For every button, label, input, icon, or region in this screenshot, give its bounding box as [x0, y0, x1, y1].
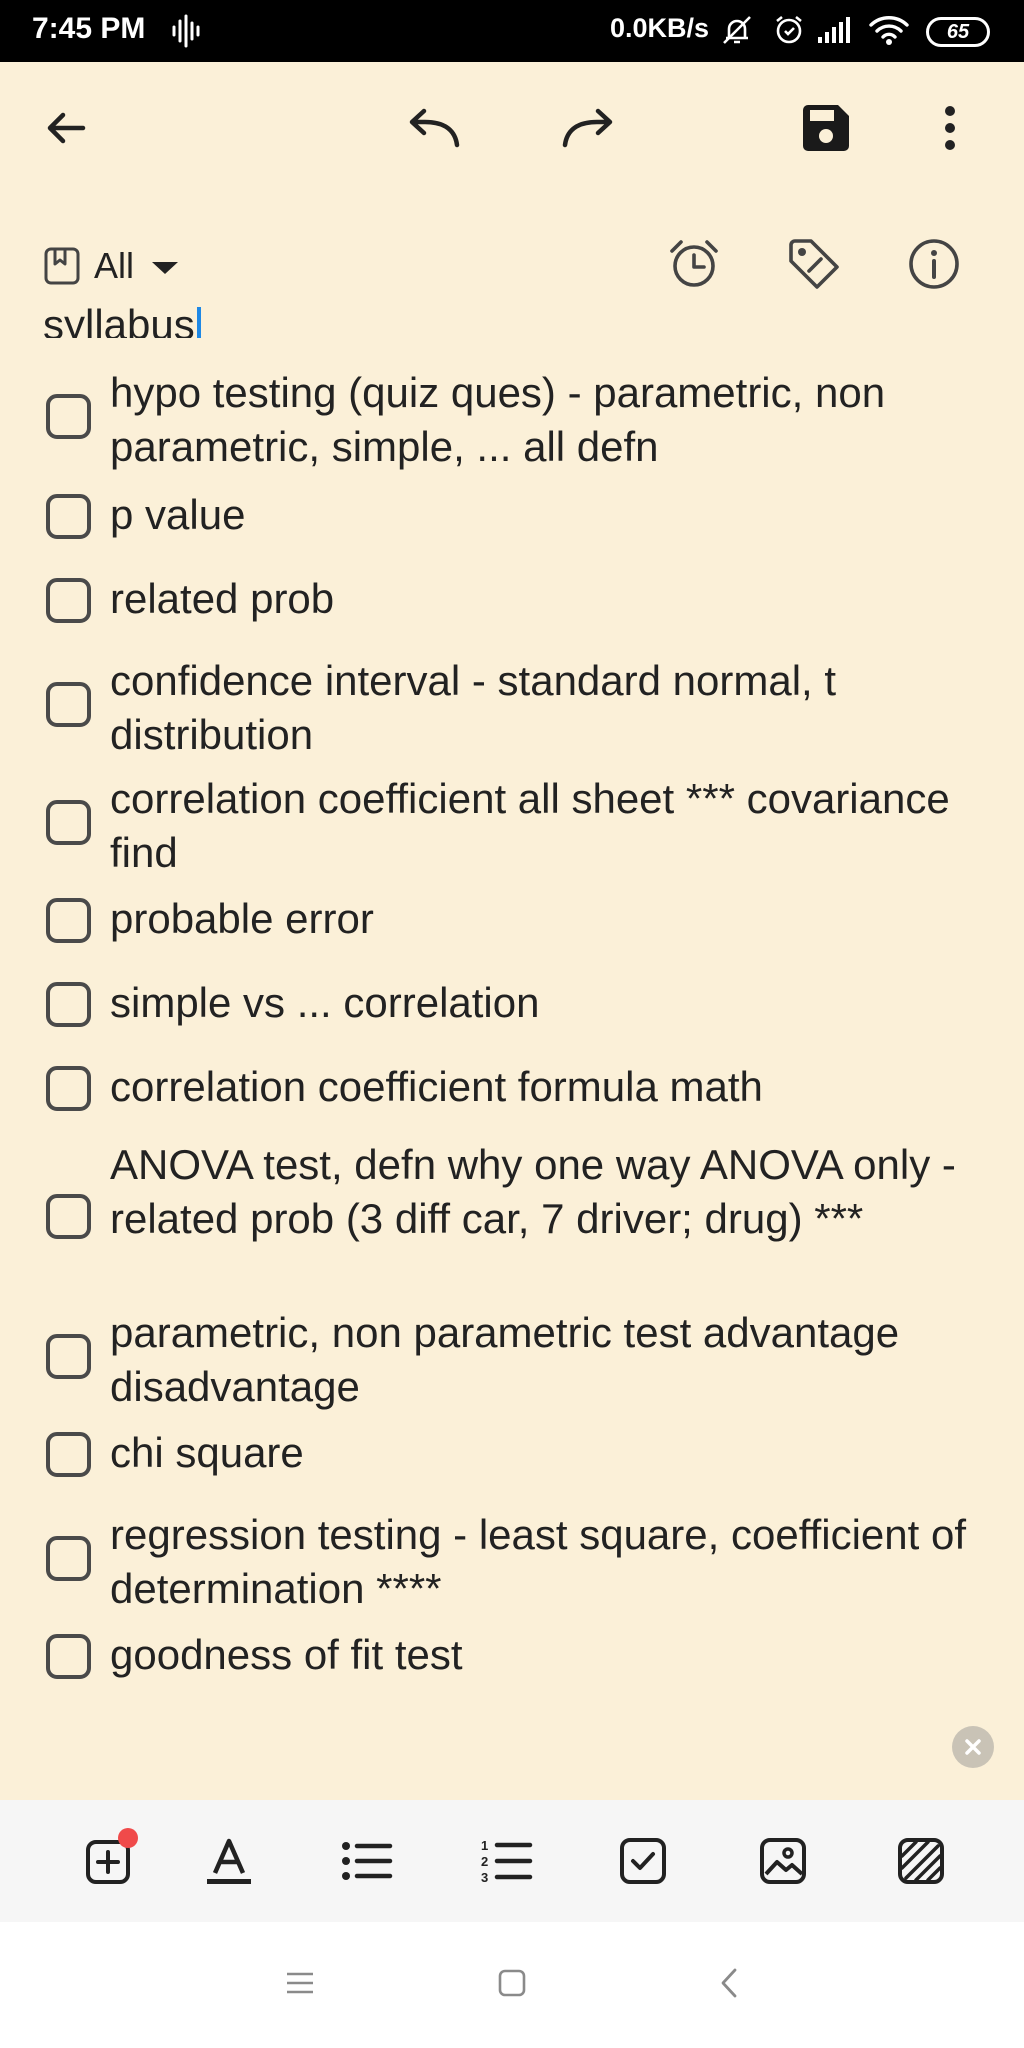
checklist-item[interactable]: p value [0, 488, 1024, 550]
insert-image-button[interactable] [752, 1830, 814, 1892]
redo-icon [562, 108, 613, 148]
checklist-item-text[interactable]: simple vs ... correlation [110, 976, 970, 1030]
checklist-item-text[interactable]: correlation coefficient all sheet *** co… [110, 772, 970, 880]
dropdown-caret-icon [152, 262, 179, 274]
checklist-item-text[interactable]: parametric, non parametric test advantag… [110, 1306, 970, 1414]
info-icon [909, 239, 959, 289]
numbered-list-button[interactable]: 1 2 3 [476, 1830, 538, 1892]
checkbox[interactable] [46, 800, 91, 845]
background-button[interactable] [890, 1830, 952, 1892]
alarm-status-icon [776, 15, 802, 44]
checkbox[interactable] [46, 578, 91, 623]
checklist-item-text[interactable]: ANOVA test, defn why one way ANOVA only … [110, 1138, 970, 1246]
checklist-item[interactable]: correlation coefficient all sheet *** co… [0, 772, 1024, 880]
checkbox[interactable] [46, 1334, 91, 1379]
svg-text:2: 2 [481, 1854, 488, 1869]
wifi-icon [869, 16, 909, 45]
checklist-item-text[interactable]: probable error [110, 892, 970, 946]
notebook-icon [44, 247, 80, 285]
tag-icon [789, 239, 839, 289]
checklist-item[interactable]: parametric, non parametric test advantag… [0, 1306, 1024, 1414]
home-square-icon [498, 1969, 526, 1997]
text-cursor [196, 307, 201, 338]
system-nav-bar [0, 1922, 1024, 2048]
status-bar: 7:45 PM 0.0KB/s 65 [0, 0, 1024, 62]
back-arrow-icon [47, 112, 86, 144]
note-heading-text: syllabus [43, 302, 195, 338]
close-icon [965, 1739, 981, 1755]
save-button[interactable] [796, 98, 856, 158]
home-nav-button[interactable] [487, 1958, 537, 2008]
mute-bell-icon [723, 16, 751, 44]
battery-indicator: 65 [926, 17, 990, 47]
checklist-item-text[interactable]: chi square [110, 1426, 970, 1480]
voice-wave-icon [172, 14, 200, 48]
checklist-item-text[interactable]: hypo testing (quiz ques) - parametric, n… [110, 366, 970, 474]
bulleted-list-icon [342, 1842, 393, 1880]
checklist-item-text[interactable]: p value [110, 488, 970, 542]
checklist-item[interactable]: chi square [0, 1426, 1024, 1488]
checklist-item-text[interactable]: correlation coefficient formula math [110, 1060, 970, 1114]
menu-nav-button[interactable] [275, 1958, 325, 2008]
text-format-button[interactable] [198, 1830, 260, 1892]
checkbox[interactable] [46, 1432, 91, 1477]
checkbox[interactable] [46, 1066, 91, 1111]
tag-button[interactable] [784, 234, 844, 294]
undo-button[interactable] [402, 98, 466, 158]
checklist-item[interactable]: hypo testing (quiz ques) - parametric, n… [0, 366, 1024, 474]
image-icon [760, 1838, 806, 1884]
info-button[interactable] [904, 234, 964, 294]
checklist-item-text[interactable]: confidence interval - standard normal, t… [110, 654, 970, 762]
redo-button[interactable] [556, 98, 620, 158]
network-speed: 0.0KB/s [610, 13, 710, 43]
texture-icon [898, 1838, 944, 1884]
checklist-item[interactable]: related prob [0, 572, 1024, 634]
notification-dot [118, 1828, 138, 1848]
checkbox[interactable] [46, 1194, 91, 1239]
checkbox[interactable] [46, 982, 91, 1027]
status-time: 7:45 PM [32, 12, 146, 45]
add-button[interactable] [78, 1828, 140, 1892]
svg-text:1: 1 [481, 1838, 488, 1853]
checkbox[interactable] [46, 494, 91, 539]
text-format-icon [207, 1838, 251, 1884]
checkbox[interactable] [46, 898, 91, 943]
back-nav-button[interactable] [704, 1958, 754, 2008]
reminder-button[interactable] [664, 234, 724, 294]
checkbox[interactable] [46, 1536, 91, 1581]
checklist-item[interactable]: confidence interval - standard normal, t… [0, 654, 1024, 762]
back-button[interactable] [36, 98, 96, 158]
checklist-item[interactable]: correlation coefficient formula math [0, 1060, 1024, 1122]
checklist-item[interactable]: regression testing - least square, coeff… [0, 1508, 1024, 1616]
format-toolbar: 1 2 3 [0, 1800, 1024, 1922]
clear-button[interactable] [952, 1726, 994, 1768]
menu-icon [287, 1972, 313, 1994]
checkbox[interactable] [46, 682, 91, 727]
more-options-button[interactable] [930, 98, 970, 158]
checklist-item-text[interactable]: regression testing - least square, coeff… [110, 1508, 970, 1616]
more-vert-icon [945, 106, 955, 150]
note-editor[interactable]: All syllabus hypo testing (quiz ques) - … [0, 62, 1024, 1800]
checklist-item[interactable]: probable error [0, 892, 1024, 954]
checklist-item-text[interactable]: goodness of fit test [110, 1628, 970, 1682]
checklist-item-text[interactable]: related prob [110, 572, 970, 626]
bulleted-list-button[interactable] [336, 1830, 398, 1892]
signal-icon [818, 17, 850, 43]
checkbox-icon [620, 1838, 666, 1884]
folder-selector[interactable]: All [44, 238, 179, 294]
checkbox[interactable] [46, 394, 91, 439]
checkbox[interactable] [46, 1634, 91, 1679]
folder-label: All [94, 245, 135, 286]
chevron-left-icon [721, 1968, 737, 1998]
checklist-item[interactable]: simple vs ... correlation [0, 976, 1024, 1038]
alarm-clock-icon [670, 240, 718, 287]
checklist-item[interactable]: ANOVA test, defn why one way ANOVA only … [0, 1138, 1024, 1300]
note-heading[interactable]: syllabus [43, 302, 201, 338]
svg-text:3: 3 [481, 1870, 488, 1885]
checklist-item[interactable]: goodness of fit test [0, 1628, 1024, 1690]
checklist-button[interactable] [612, 1830, 674, 1892]
numbered-list-icon: 1 2 3 [481, 1838, 533, 1885]
save-icon [803, 105, 849, 151]
undo-icon [409, 108, 460, 148]
